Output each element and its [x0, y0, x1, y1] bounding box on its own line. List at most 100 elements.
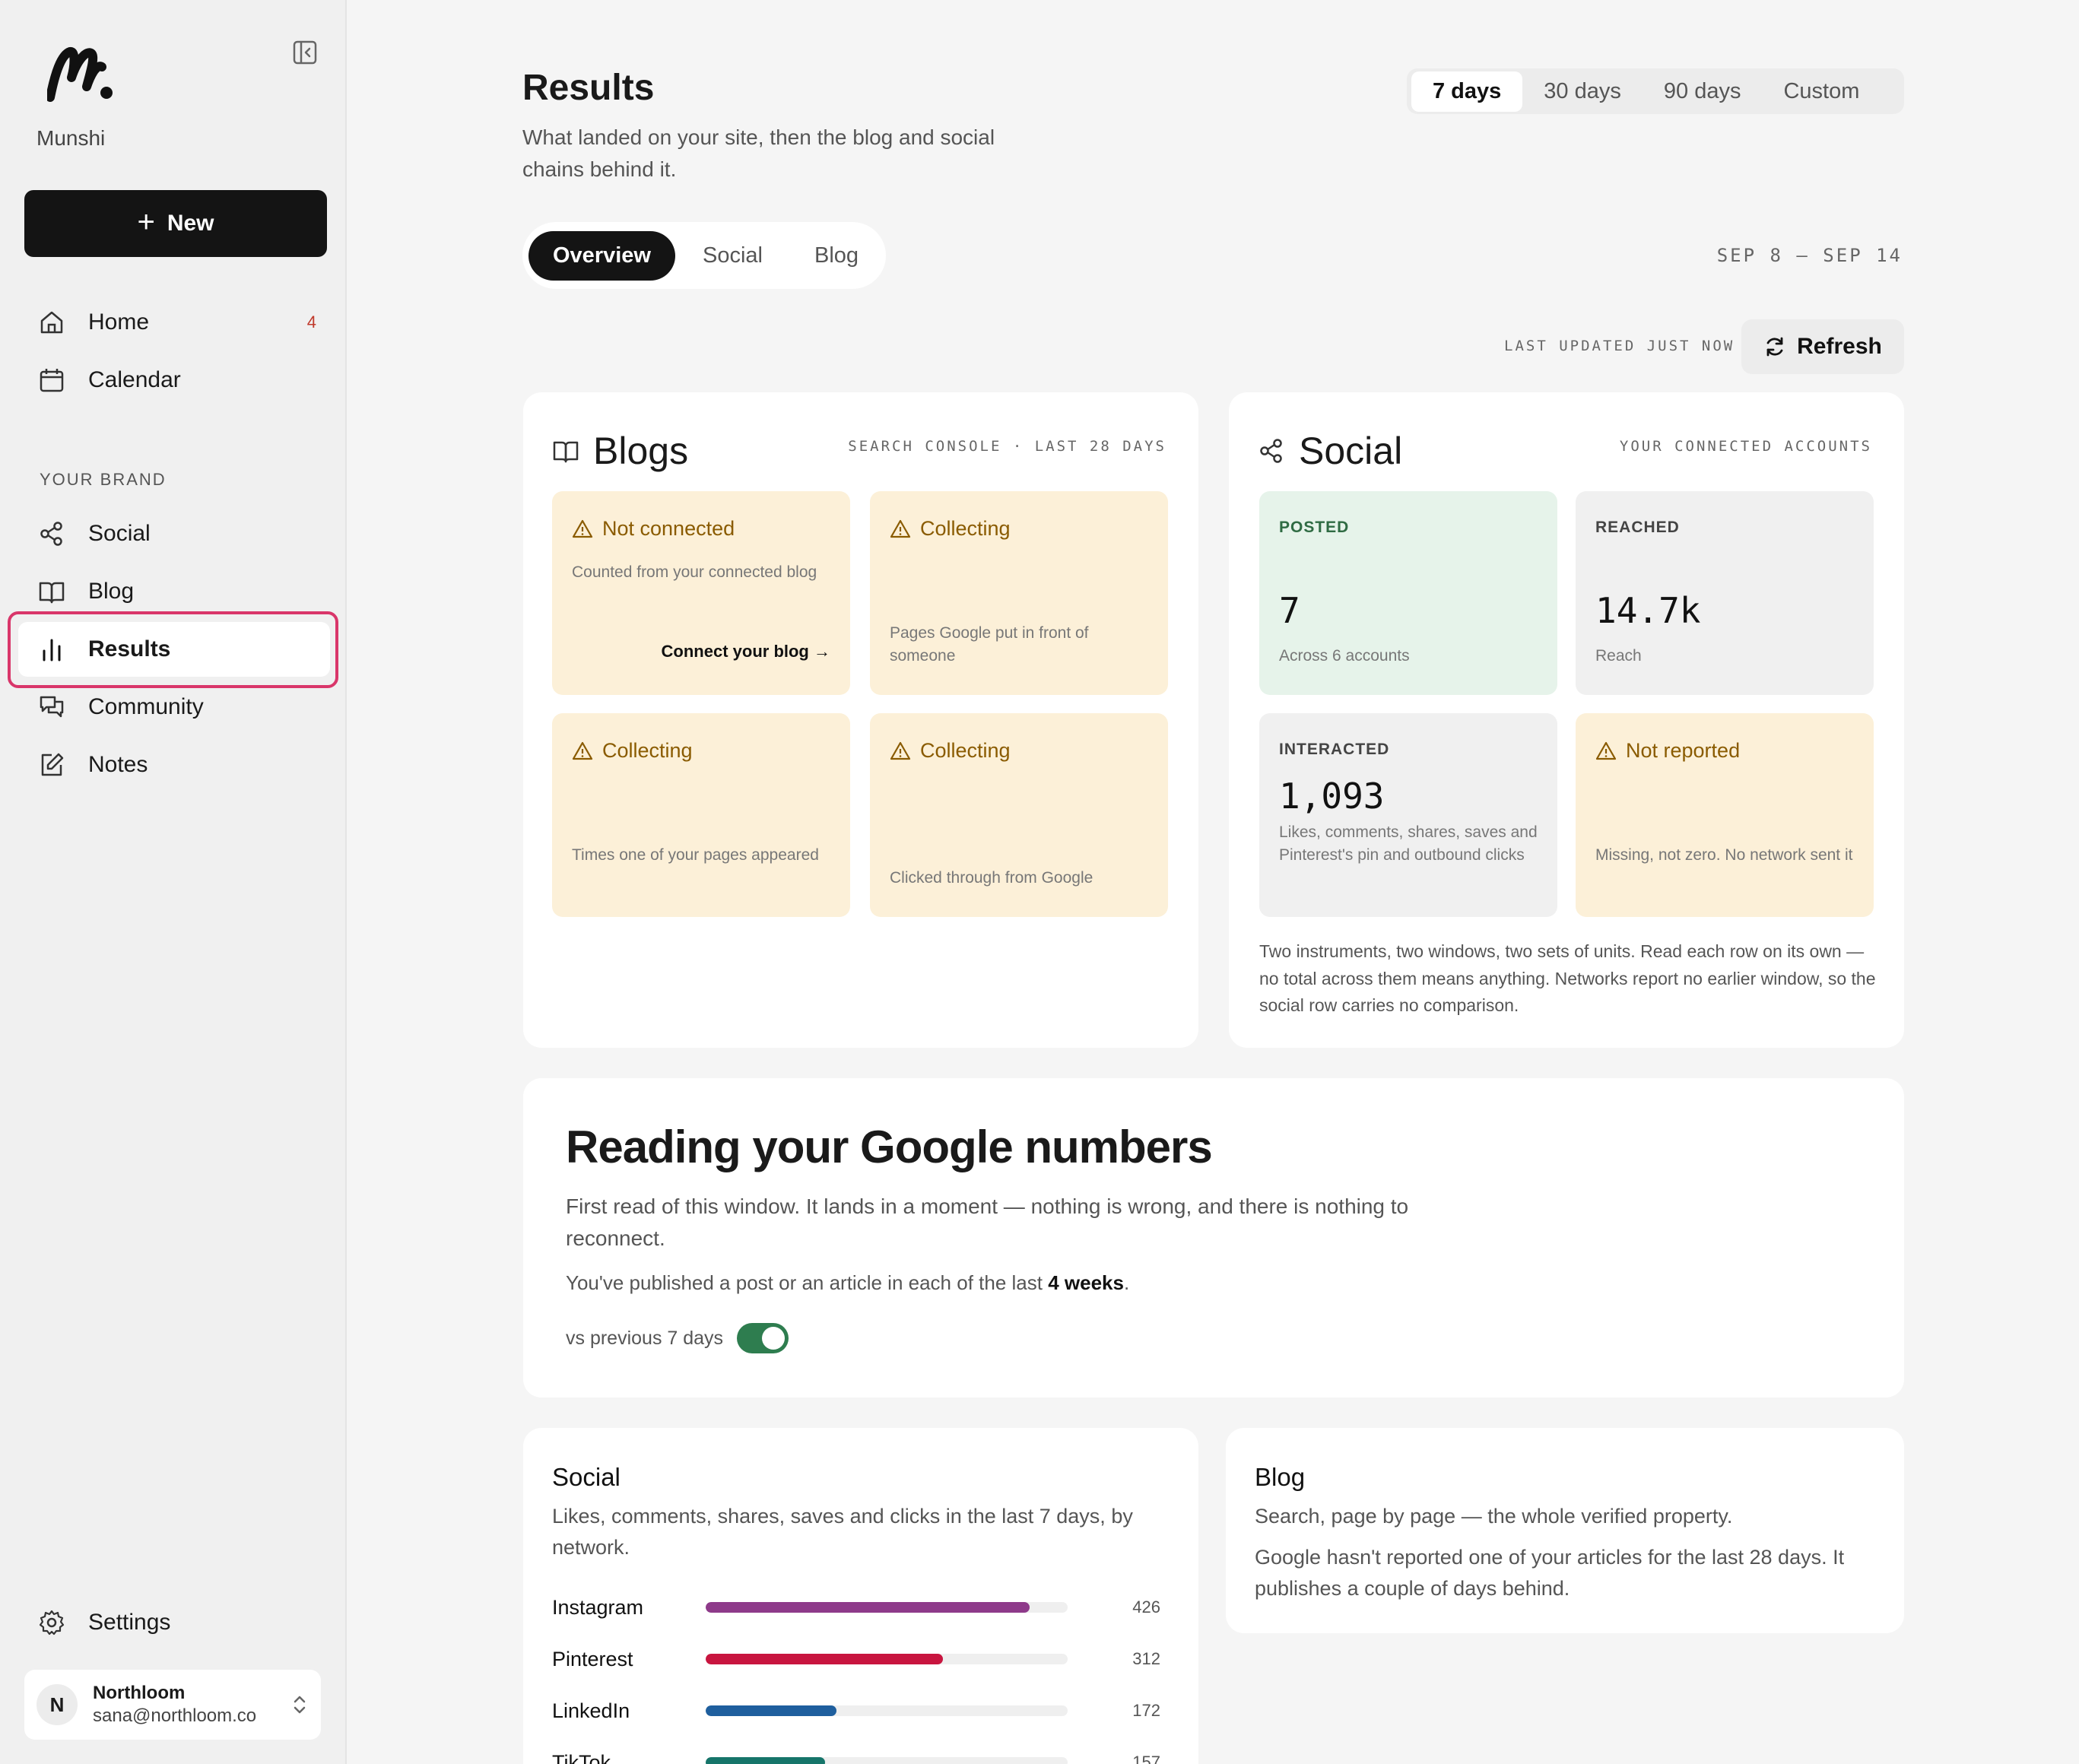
card-subtitle: Search, page by page — the whole verifie… [1255, 1505, 1733, 1528]
social-breakdown-card: Social Likes, comments, shares, saves an… [523, 1428, 1198, 1764]
refresh-label: Refresh [1797, 334, 1882, 359]
publishing-streak: You've published a post or an article in… [566, 1271, 1129, 1295]
social-note: Two instruments, two windows, two sets o… [1259, 941, 1876, 1016]
card-title: Blogs [593, 430, 689, 472]
plus-icon: + [137, 205, 155, 239]
sidebar-item-social[interactable]: Social [18, 506, 330, 561]
social-tile-not-reported: Not reported Missing, not zero. No netwo… [1576, 713, 1874, 917]
social-tile-posted: POSTED 7 Across 6 accounts [1259, 491, 1557, 695]
collapse-sidebar-icon[interactable] [292, 40, 318, 65]
bar-fill [706, 1602, 1030, 1613]
book-icon [38, 578, 65, 605]
card-meta: YOUR CONNECTED ACCOUNTS [1619, 438, 1872, 455]
tile-label: INTERACTED [1279, 741, 1390, 758]
share-icon [38, 520, 65, 547]
date-range-label: SEP 8 – SEP 14 [1716, 245, 1903, 266]
section-label: YOUR BRAND [40, 470, 167, 489]
tile-description: Times one of your pages appeared [572, 846, 819, 864]
last-updated-label: LAST UPDATED JUST NOW [1504, 338, 1735, 354]
section-subtitle: First read of this window. It lands in a… [566, 1195, 1409, 1250]
tile-description: Reach [1595, 647, 1642, 665]
brand-logo[interactable] [47, 44, 116, 102]
warning-icon [572, 741, 593, 760]
sidebar-item-home[interactable]: Home 4 [18, 295, 330, 350]
tab-social[interactable]: Social [678, 231, 787, 281]
google-numbers-card: Reading your Google numbers First read o… [523, 1078, 1904, 1398]
tile-description: Counted from your connected blog [572, 563, 817, 581]
refresh-icon [1766, 337, 1783, 357]
social-card: Social YOUR CONNECTED ACCOUNTS POSTED 7 … [1229, 392, 1904, 1048]
date-range-selector: 7 days 30 days 90 days Custom [1407, 68, 1904, 114]
connect-blog-link[interactable]: Connect your blog → [662, 642, 830, 662]
page-subtitle: What landed on your site, then the blog … [522, 125, 995, 181]
blog-breakdown-card: Blog Search, page by page — the whole ve… [1226, 1428, 1904, 1633]
view-tabs: Overview Social Blog [522, 222, 886, 289]
range-30-days[interactable]: 30 days [1522, 71, 1643, 112]
card-title: Blog [1255, 1463, 1306, 1491]
warning-icon [572, 519, 593, 538]
network-name: TikTok [552, 1750, 611, 1764]
tile-value: 7 [1279, 590, 1300, 631]
tile-description: Missing, not zero. No network sent it [1595, 846, 1853, 864]
sidebar-item-calendar[interactable]: Calendar [18, 353, 330, 408]
network-name: LinkedIn [552, 1699, 630, 1722]
tile-value: 14.7k [1595, 590, 1701, 631]
tab-blog[interactable]: Blog [790, 231, 883, 281]
tile-status: Collecting [920, 517, 1011, 540]
bar-chart-icon [38, 636, 65, 663]
user-name: Northloom [93, 1683, 186, 1703]
tile-value: 1,093 [1279, 776, 1385, 817]
account-switcher[interactable]: N Northloom sana@northloom.co [24, 1670, 321, 1740]
share-icon [1260, 439, 1282, 463]
chevron-up-down-icon [294, 1696, 306, 1714]
bar-value: 312 [1132, 1649, 1160, 1668]
notification-badge: 4 [306, 313, 316, 332]
network-bar-row: Pinterest 312 [552, 1644, 1160, 1674]
page-title: Results [522, 68, 655, 108]
range-90-days[interactable]: 90 days [1643, 71, 1763, 112]
bar-track [706, 1602, 1068, 1613]
blog-note: Google hasn't reported one of your artic… [1255, 1546, 1845, 1600]
blog-tile: Not connected Counted from your connecte… [552, 491, 850, 695]
warning-icon [1595, 741, 1617, 760]
tile-description: Pages Google put in front of someone [890, 624, 1089, 665]
bar-value: 172 [1132, 1701, 1160, 1720]
section-title: Reading your Google numbers [566, 1122, 1213, 1172]
network-bar-row: TikTok 157 [552, 1747, 1160, 1764]
card-title: Social [552, 1463, 621, 1491]
new-button[interactable]: + New [24, 190, 327, 257]
refresh-button[interactable]: Refresh [1741, 319, 1904, 374]
warning-icon [890, 741, 911, 760]
comparison-toggle[interactable] [737, 1323, 789, 1353]
social-tile-interacted: INTERACTED 1,093 Likes, comments, shares… [1259, 713, 1557, 917]
bar-track [706, 1654, 1068, 1664]
sidebar-item-notes[interactable]: Notes [18, 738, 330, 792]
comparison-toggle-label: vs previous 7 days [566, 1327, 724, 1349]
blog-tile: Collecting Clicked through from Google [870, 713, 1168, 917]
sidebar-item-label: Social [88, 521, 151, 546]
bar-fill [706, 1654, 943, 1664]
sidebar-item-label: Home [88, 309, 150, 335]
bar-value: 157 [1132, 1753, 1160, 1764]
range-7-days[interactable]: 7 days [1411, 71, 1523, 112]
card-title: Social [1299, 430, 1403, 472]
tile-description: Clicked through from Google [890, 869, 1093, 887]
sidebar-item-label: Notes [88, 752, 148, 777]
social-tile-reached: REACHED 14.7k Reach [1576, 491, 1874, 695]
sidebar-item-results[interactable]: Results [18, 622, 330, 677]
tile-label: REACHED [1595, 519, 1680, 536]
sidebar-item-label: Calendar [88, 367, 181, 392]
tile-status: Collecting [920, 739, 1011, 762]
sidebar-item-settings[interactable]: Settings [18, 1595, 330, 1650]
gear-icon [38, 1609, 65, 1636]
tile-description: Likes, comments, shares, saves and Pinte… [1279, 823, 1538, 865]
streak-suffix: . [1123, 1271, 1130, 1294]
streak-prefix: You've published a post or an article in… [566, 1271, 1049, 1294]
sidebar-item-community[interactable]: Community [18, 680, 330, 734]
range-custom[interactable]: Custom [1762, 71, 1881, 112]
bar-value: 426 [1132, 1597, 1160, 1616]
sidebar-item-label: Settings [88, 1610, 171, 1635]
tab-overview[interactable]: Overview [528, 230, 675, 281]
tile-description: Across 6 accounts [1279, 647, 1410, 665]
sidebar-item-label: Community [88, 694, 204, 719]
